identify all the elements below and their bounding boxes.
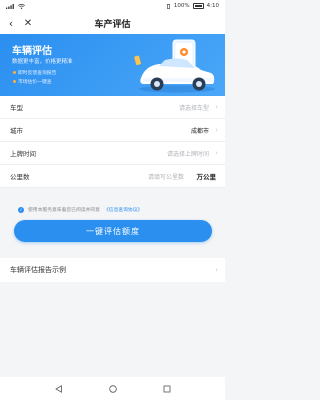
system-home-button[interactable] [108,384,118,394]
field-value: 成都市 [190,127,209,135]
banner-point-text: 市场估价一键查 [18,80,52,85]
vehicle-model-field[interactable]: 车型 请选择车型 › [0,96,225,119]
agreement-text: 使用本服务意味着您已阅读并同意 [28,208,100,213]
agree-checkbox[interactable]: ✓ [18,206,24,213]
vibrate-icon [166,3,170,9]
bullet-dot-icon [13,71,16,74]
banner-title: 车辆评估 [12,46,52,57]
report-example-row[interactable]: 车辆评估报告示例 › [0,258,225,282]
battery-percent: 100% [173,3,190,9]
triangle-back-icon [54,384,62,393]
battery-icon [192,3,204,9]
chevron-left-icon: ‹ [8,16,14,30]
clock-time: 4:10 [206,3,219,9]
bullet-dot-icon [13,80,16,83]
status-bar: 100% 4:10 [0,0,225,12]
status-left [6,3,25,9]
system-navigation-bar [0,377,225,400]
chevron-right-icon: › [215,126,218,134]
square-recents-icon [163,385,170,392]
evaluation-form: 车型 请选择车型 › 城市 成都市 › 上牌时间 请选择上牌时间 › 公里数 请… [0,96,225,188]
mileage-field[interactable]: 公里数 请填写公里数 万公里 [0,165,225,188]
field-placeholder: 请选择车型 [178,104,209,112]
system-back-button[interactable] [54,384,64,394]
signal-icon [6,3,14,9]
field-label: 城市 [10,127,23,135]
report-example-label: 车辆评估报告示例 [10,266,66,274]
banner-subtitle: 数据更丰富，价格更精准 [12,59,73,65]
back-button[interactable]: ‹ [2,12,20,34]
chevron-right-icon: › [215,149,218,157]
agreement-link[interactable]: 《信息查询协议》 [104,206,142,213]
close-button[interactable]: ✕ [20,12,36,34]
agreement-row: ✓ 使用本服务意味着您已阅读并同意 《信息查询协议》 [18,206,142,213]
close-icon: ✕ [23,17,33,29]
status-right: 100% 4:10 [166,3,219,9]
banner-point: 市场估价一键查 [13,78,52,85]
chevron-right-icon: › [215,103,218,111]
field-placeholder: 请选择上牌时间 [166,150,209,158]
chevron-right-icon: › [215,266,218,274]
field-label: 上牌时间 [10,150,36,158]
checkmark-icon: ✓ [19,207,23,212]
banner-point: 即时反馈查询报告 [13,69,56,76]
mileage-unit: 万公里 [196,173,217,181]
system-recents-button[interactable] [162,384,172,394]
city-field[interactable]: 城市 成都市 › [0,119,225,142]
promo-banner: 车辆评估 数据更丰富，价格更精准 即时反馈查询报告 市场估价一键查 [0,34,225,96]
field-label: 车型 [10,104,23,112]
circle-home-icon [108,384,117,393]
registration-date-field[interactable]: 上牌时间 请选择上牌时间 › [0,142,225,165]
banner-point-text: 即时反馈查询报告 [18,71,57,76]
evaluate-button[interactable]: 一键评估额度 [14,220,212,242]
wifi-icon [18,3,25,9]
field-label: 公里数 [10,173,30,181]
mileage-input[interactable]: 请填写公里数 [148,172,184,181]
navbar: ‹ ✕ 车产评估 [0,12,225,34]
car-illustration-icon [134,39,215,93]
